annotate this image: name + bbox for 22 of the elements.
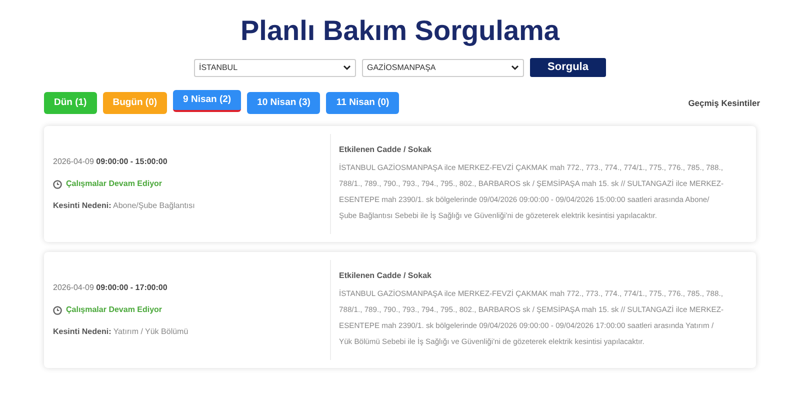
- reason-text: Kesinti Nedeni: Yatırım / Yük Bölümü: [53, 326, 190, 338]
- query-button[interactable]: Sorgula: [530, 58, 606, 77]
- outage-time: 2026-04-09 09:00:00 - 15:00:00: [53, 156, 168, 168]
- history-link[interactable]: Geçmiş Kesintiler: [688, 96, 760, 110]
- page-title: Planlı Bakım Sorgulama: [240, 14, 560, 48]
- date-tab[interactable]: Bugün (0): [102, 92, 168, 114]
- district-select[interactable]: GAZİOSMANPAŞA: [362, 58, 524, 76]
- city-select[interactable]: İSTANBUL: [194, 58, 356, 76]
- clock-icon: [53, 306, 62, 314]
- chevron-icon: [511, 64, 519, 70]
- reason-text: Kesinti Nedeni: Abone/Şube Bağlantısı: [53, 200, 196, 212]
- clock-icon: [53, 180, 62, 188]
- status-text: Çalışmalar Devam Ediyor: [66, 178, 162, 190]
- date-tab[interactable]: 9 Nisan (2): [173, 90, 242, 112]
- streets-label: Etkilenen Cadde / Sokak: [339, 270, 432, 282]
- date-tab[interactable]: 11 Nisan (0): [326, 92, 400, 114]
- chevron-icon: [343, 64, 351, 70]
- date-tab[interactable]: Dün (1): [44, 92, 97, 114]
- streets-label: Etkilenen Cadde / Sokak: [339, 144, 432, 156]
- date-tab[interactable]: 10 Nisan (3): [247, 92, 320, 114]
- status-text: Çalışmalar Devam Ediyor: [66, 304, 162, 316]
- outage-time: 2026-04-09 09:00:00 - 17:00:00: [53, 282, 168, 294]
